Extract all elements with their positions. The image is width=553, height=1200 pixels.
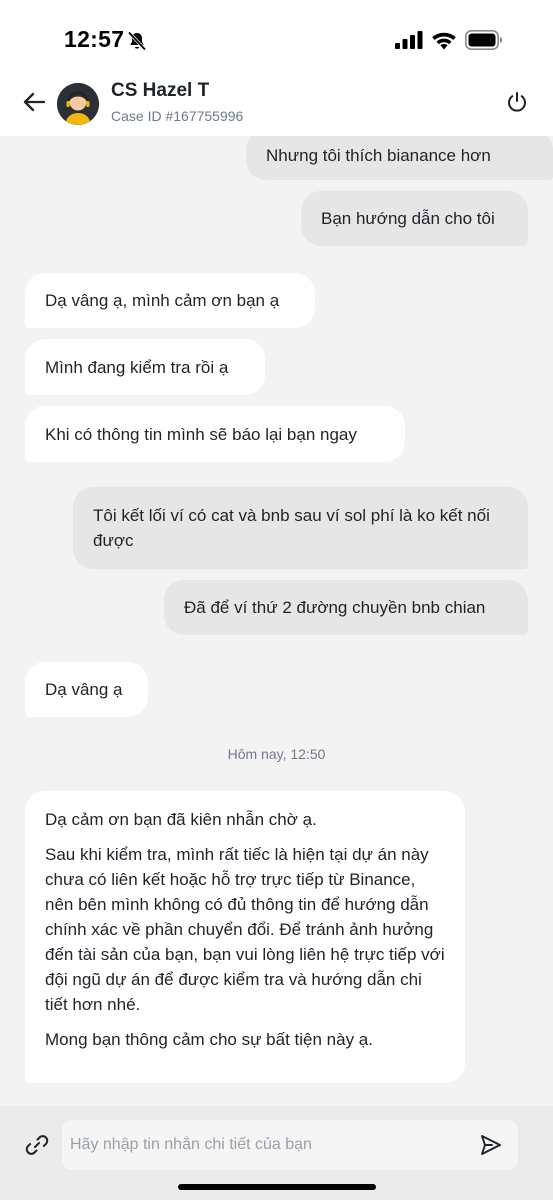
- message-incoming: Dạ vâng ạ, mình cảm ơn bạn ạ: [25, 273, 315, 328]
- battery-icon: [465, 30, 503, 55]
- bell-slash-icon: [126, 30, 148, 52]
- send-button[interactable]: [474, 1130, 508, 1164]
- home-indicator: [178, 1184, 376, 1190]
- agent-avatar: [57, 83, 99, 125]
- power-icon: [506, 91, 528, 118]
- message-outgoing: Bạn hướng dẫn cho tôi: [301, 191, 528, 246]
- link-icon: [23, 1131, 51, 1164]
- case-id: Case ID #167755996: [111, 108, 244, 124]
- cellular-signal-icon: [395, 31, 423, 54]
- status-icons: [395, 30, 503, 55]
- message-outgoing: Tôi kết lối ví có cat và bnb sau ví sol …: [73, 487, 528, 569]
- chat-messages: Nhưng tôi thích bianance hơn Bạn hướng d…: [0, 136, 553, 1106]
- message-outgoing: Nhưng tôi thích bianance hơn: [246, 136, 553, 180]
- message-incoming: Dạ vâng ạ: [25, 662, 148, 717]
- message-input[interactable]: [62, 1120, 518, 1170]
- message-incoming-long: Dạ cảm ơn bạn đã kiên nhẫn chờ ạ. Sau kh…: [25, 791, 465, 1083]
- message-incoming: Khi có thông tin mình sẽ báo lại bạn nga…: [25, 406, 405, 462]
- back-arrow-icon: [23, 92, 46, 117]
- message-paragraph: Mong bạn thông cảm cho sự bất tiện này ạ…: [45, 1030, 373, 1049]
- message-incoming: Mình đang kiểm tra rồi ạ: [25, 339, 265, 395]
- end-chat-button[interactable]: [501, 88, 533, 120]
- send-icon: [479, 1133, 503, 1162]
- wifi-icon: [431, 31, 457, 55]
- date-separator: Hôm nay, 12:50: [227, 746, 326, 762]
- status-time: 12:57: [64, 26, 125, 52]
- message-composer: [0, 1106, 553, 1200]
- chat-header: CS Hazel T Case ID #167755996: [0, 70, 553, 136]
- back-button[interactable]: [18, 88, 50, 120]
- message-outgoing: Đã để ví thứ 2 đường chuyền bnb chian: [164, 580, 528, 635]
- agent-name: CS Hazel T: [111, 80, 210, 101]
- attach-button[interactable]: [20, 1130, 54, 1164]
- message-paragraph: Sau khi kiểm tra, mình rất tiếc là hiện …: [45, 845, 445, 1014]
- status-bar: 12:57: [0, 0, 553, 70]
- message-paragraph: Dạ cảm ơn bạn đã kiên nhẫn chờ ạ.: [45, 810, 317, 829]
